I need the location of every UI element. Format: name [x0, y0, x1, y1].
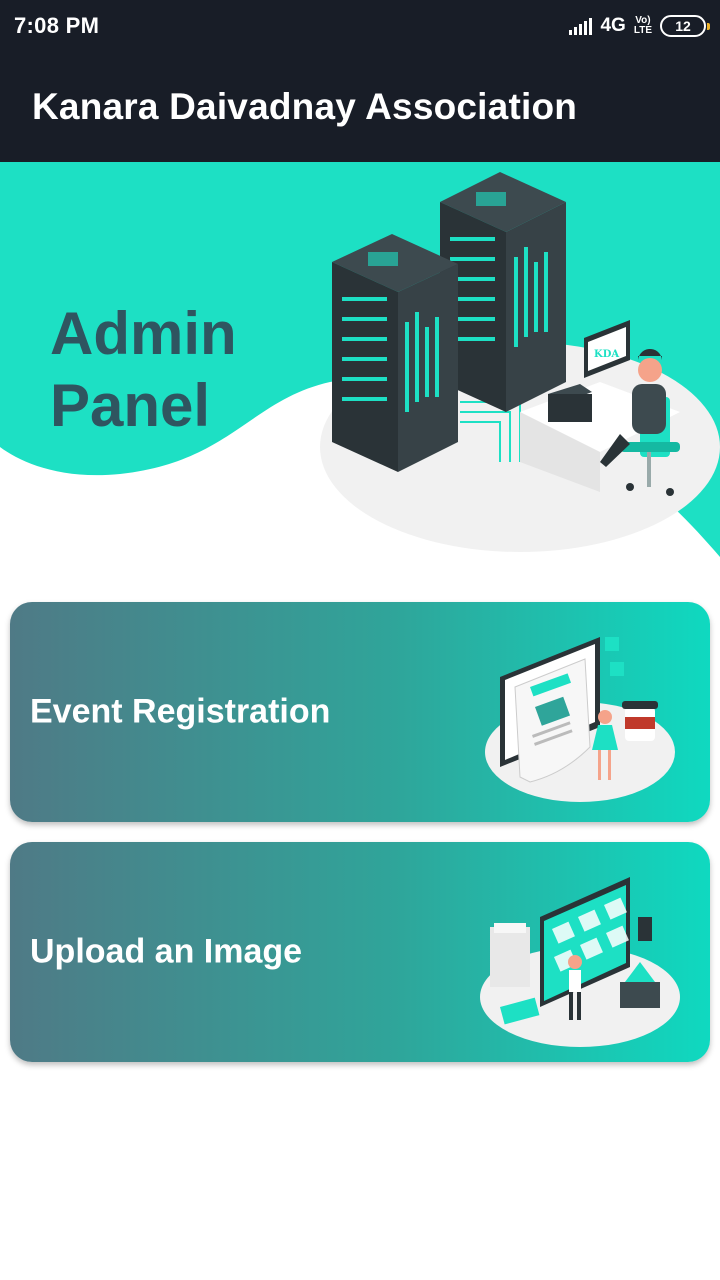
hero-banner: KDA Admin Panel — [0, 162, 720, 582]
monitor-text: KDA — [594, 349, 619, 360]
status-time: 7:08 PM — [14, 13, 100, 38]
battery-level: 12 — [675, 18, 691, 34]
volte-bottom: LTE — [633, 25, 652, 36]
server-rack-back-icon — [440, 172, 566, 412]
app-bar: Kanara Daivadnay Association — [0, 52, 720, 162]
hero-title-line2: Panel — [50, 372, 211, 439]
hero-title-line1: Admin — [50, 300, 237, 367]
server-rack-front-icon — [332, 234, 458, 472]
event-registration-card[interactable]: Event Registration — [10, 602, 710, 822]
status-bar: 7:08 PM 4G Vo) LTE 12 — [0, 0, 720, 52]
volte-icon: Vo) LTE — [634, 16, 652, 36]
upload-image-card[interactable]: Upload an Image — [10, 842, 710, 1062]
event-registration-label: Event Registration — [30, 692, 331, 731]
app-title: Kanara Daivadnay Association — [32, 86, 578, 127]
hero-title: Admin Panel — [50, 298, 237, 442]
image-upload-illustration-icon — [480, 877, 680, 1047]
network-type: 4G — [600, 15, 626, 36]
battery-icon: 12 — [660, 15, 710, 37]
event-registration-illustration-icon — [485, 637, 675, 802]
signal-icon — [569, 17, 593, 35]
upload-image-label: Upload an Image — [30, 932, 303, 971]
status-indicators: 4G Vo) LTE 12 — [569, 15, 710, 37]
